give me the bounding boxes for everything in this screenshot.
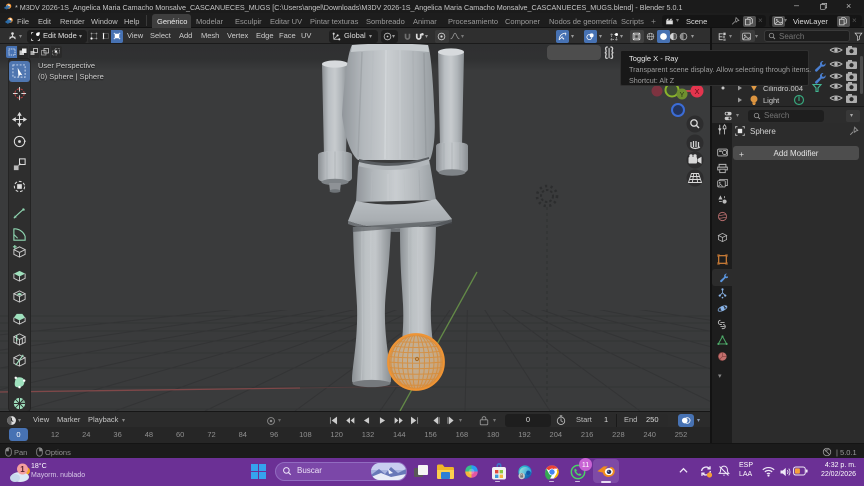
svg-text:Y: Y [680, 92, 685, 99]
svg-text:Light: Light [763, 96, 780, 105]
svg-text:X: X [694, 87, 699, 96]
svg-text:1: 1 [20, 465, 25, 474]
svg-text:11: 11 [582, 462, 589, 469]
